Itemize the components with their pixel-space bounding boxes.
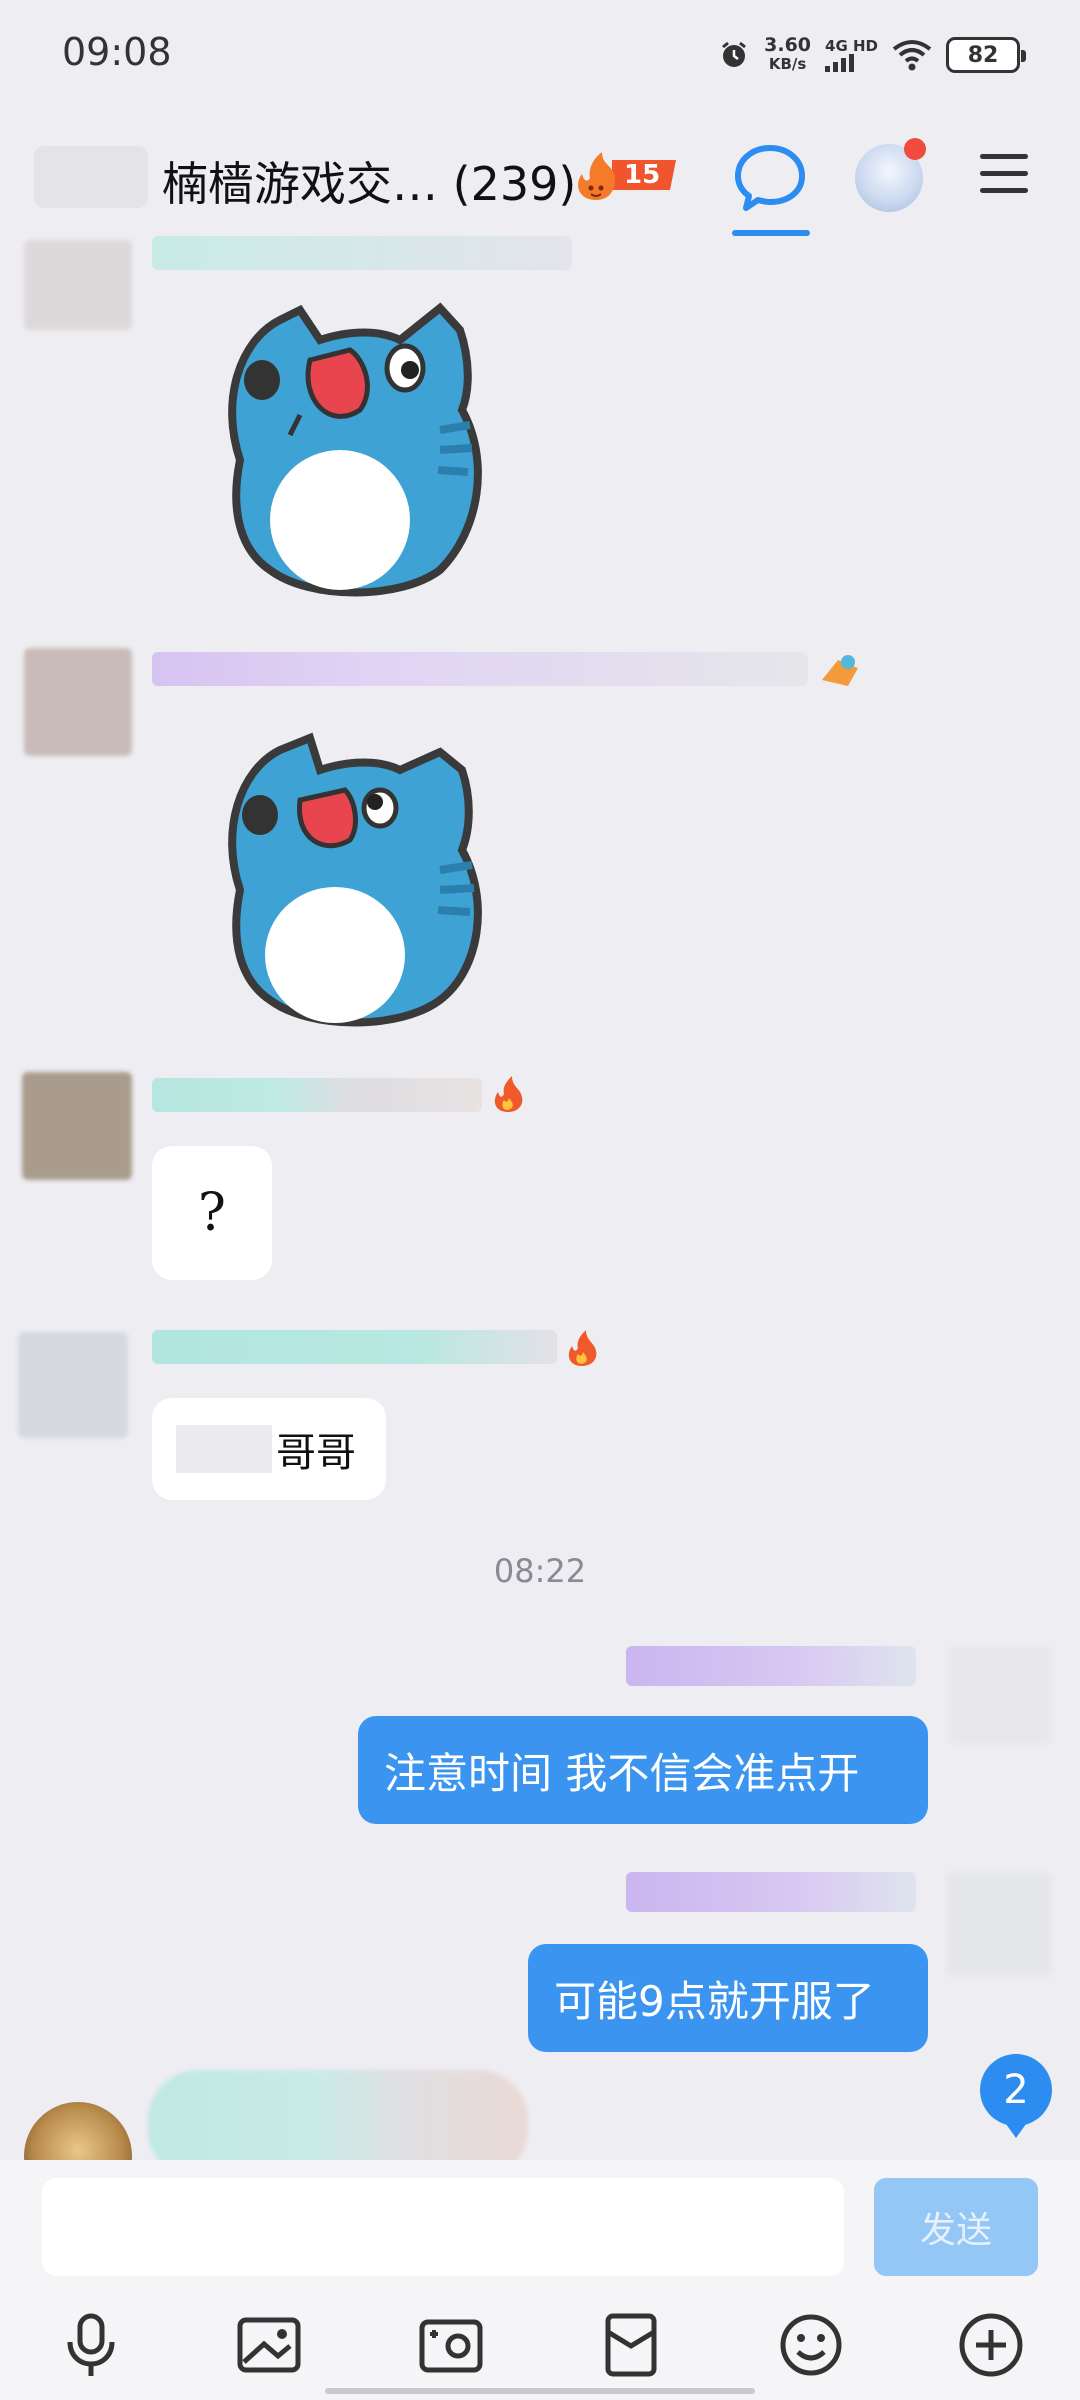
fire-badge[interactable]: 15 (572, 146, 680, 204)
time-separator: 08:22 (493, 1552, 587, 1590)
redacted-text (176, 1425, 272, 1473)
alarm-icon (722, 41, 747, 67)
wifi-icon (892, 40, 932, 71)
status-icons: 3.60 KB/s 4G HD 82 (718, 34, 1026, 74)
group-title[interactable]: 楠樯游戏交… (239) (162, 148, 576, 214)
sender-avatar[interactable] (24, 648, 132, 756)
own-name (626, 1872, 916, 1912)
sender-name[interactable] (152, 652, 808, 686)
message-text: 哥哥 (276, 1430, 356, 1476)
signal-icon (825, 54, 855, 72)
red-packet-icon[interactable] (596, 2310, 666, 2380)
message-text: 注意时间 我不信会准点开 (384, 1748, 860, 1798)
message-bubble[interactable]: ? (152, 1146, 272, 1280)
sender-avatar[interactable] (22, 1072, 132, 1180)
own-name (626, 1646, 916, 1686)
message-bubble[interactable]: 哥哥 (152, 1398, 386, 1500)
sender-name[interactable] (152, 1330, 557, 1364)
signal-indicator: 4G HD (825, 38, 878, 72)
sender-name[interactable] (152, 1078, 482, 1112)
fire-icon (568, 1330, 597, 1366)
sender-avatar[interactable] (24, 240, 132, 330)
microphone-icon[interactable] (56, 2310, 126, 2380)
sent-message-bubble[interactable]: 可能9点就开服了 (528, 1944, 928, 2052)
battery-indicator: 82 (946, 37, 1026, 73)
sender-avatar[interactable] (18, 1332, 128, 1438)
chat-header: 楠樯游戏交… (239) 15 (0, 120, 1080, 240)
own-avatar[interactable] (946, 1872, 1052, 1976)
image-icon[interactable] (234, 2310, 304, 2380)
camera-icon[interactable] (416, 2310, 486, 2380)
emoji-icon[interactable] (776, 2310, 846, 2380)
home-indicator (325, 2388, 755, 2394)
fire-icon (494, 1076, 523, 1112)
chat-tab-indicator (732, 230, 810, 236)
plus-icon[interactable] (956, 2310, 1026, 2380)
message-text: ? (198, 1183, 226, 1243)
status-time: 09:08 (62, 30, 172, 74)
message-input[interactable] (42, 2178, 844, 2276)
fire-level: 15 (624, 160, 661, 190)
own-avatar[interactable] (948, 1646, 1052, 1744)
sender-name[interactable] (152, 236, 572, 270)
chat-bubble-icon[interactable] (730, 138, 810, 218)
cat-sticker[interactable] (200, 300, 500, 600)
sent-message-bubble[interactable]: 注意时间 我不信会准点开 (358, 1716, 928, 1824)
cat-sticker[interactable] (200, 730, 500, 1030)
send-button[interactable]: 发送 (874, 2178, 1038, 2276)
group-avatar[interactable] (34, 146, 148, 208)
unread-count-badge[interactable]: 2 (980, 2054, 1052, 2138)
net-speed: 3.60 KB/s (764, 34, 812, 74)
menu-icon[interactable] (980, 154, 1028, 194)
title-badge-icon (822, 655, 858, 686)
message-text: 可能9点就开服了 (554, 1976, 875, 2026)
notification-dot (904, 138, 926, 160)
